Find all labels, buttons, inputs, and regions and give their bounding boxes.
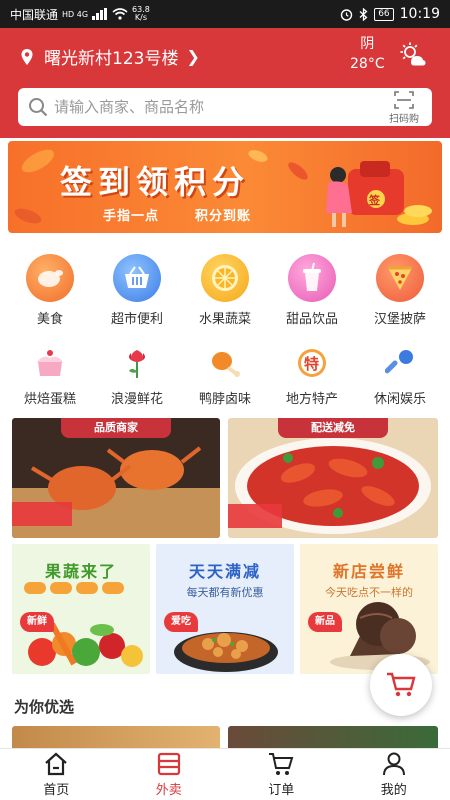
svg-text:特: 特 — [304, 355, 319, 373]
category-label: 浪漫鲜花 — [110, 392, 163, 407]
category-duck-neck[interactable]: 鸭脖卤味 — [185, 346, 265, 407]
svg-text:签: 签 — [368, 193, 381, 207]
roast-chicken-icon — [26, 254, 74, 302]
tile-new-store[interactable]: 新店尝鲜 今天吃点不一样的 新品 — [300, 544, 438, 674]
microphone-icon — [383, 346, 417, 380]
category-flowers[interactable]: 浪漫鲜花 — [97, 346, 177, 407]
network-type: HD 4G — [62, 9, 89, 19]
floating-cart-button[interactable] — [370, 654, 432, 716]
tile-title: 天天满减 — [188, 562, 261, 581]
category-label: 汉堡披萨 — [373, 312, 426, 327]
tile-fresh-produce[interactable]: 果蔬来了 新鲜 — [12, 544, 150, 674]
drumstick-icon — [208, 346, 242, 380]
promo-tag: 品质商家 — [61, 418, 171, 438]
tab-home[interactable]: 首页 — [0, 749, 113, 800]
wifi-icon — [112, 8, 128, 20]
signal-icon — [92, 8, 108, 20]
category-food[interactable]: 美食 — [10, 254, 90, 327]
category-dessert-drinks[interactable]: 甜品饮品 — [272, 254, 352, 327]
banner-title: 签到领积分 — [60, 163, 251, 201]
tile-daily-discount[interactable]: 天天满减 每天都有新优惠 爱吃 — [156, 544, 294, 674]
drink-cup-icon — [288, 254, 336, 302]
tab-profile[interactable]: 我的 — [338, 749, 450, 800]
category-label: 烘焙蛋糕 — [23, 392, 76, 407]
category-label: 休闲娱乐 — [373, 392, 426, 407]
carrier-name: 中国联通 — [10, 7, 59, 22]
user-icon — [382, 752, 405, 776]
category-label: 超市便利 — [110, 312, 163, 327]
tile-badge: 新鲜 — [20, 612, 54, 632]
category-label: 水果蔬菜 — [198, 312, 251, 327]
checkin-banner[interactable]: 签 签到领积分 手指一点 积分到账 — [8, 141, 442, 233]
banner-subtitle-left: 手指一点 — [103, 209, 160, 224]
category-fruit-veg[interactable]: 水果蔬菜 — [185, 254, 265, 327]
category-bakery[interactable]: 烘焙蛋糕 — [10, 346, 90, 407]
shopping-cart-icon — [387, 672, 416, 697]
bottom-tab-bar: 首页 外卖 订单 我的 — [0, 748, 450, 800]
scan-icon — [394, 91, 414, 109]
tab-label: 外卖 — [155, 783, 182, 798]
specialty-badge-icon: 特 — [295, 346, 329, 380]
promo-delivery-discount[interactable]: 配送减免 — [228, 418, 438, 538]
promo-tag: 配送减免 — [278, 418, 388, 438]
weather-condition: 阴 — [360, 36, 375, 52]
location-text: 曙光新村123号楼 — [44, 49, 179, 69]
location-selector[interactable]: 曙光新村123号楼 ❯ — [20, 44, 200, 69]
orange-slice-icon — [201, 254, 249, 302]
category-label: 鸭脖卤味 — [198, 392, 251, 407]
search-bar[interactable]: 扫码购 — [18, 88, 432, 126]
header: 曙光新村123号楼 ❯ 阴 28°C 扫码购 — [0, 28, 450, 138]
tab-label: 首页 — [43, 783, 70, 798]
app-screen: 中国联通 HD 4G 63.8 K/s 66 10:19 曙光新村123号楼 ❯… — [0, 0, 450, 800]
category-label: 地方特产 — [285, 392, 338, 407]
location-pin-icon — [21, 48, 33, 65]
category-label: 美食 — [36, 312, 63, 327]
scan-label: 扫码购 — [389, 114, 419, 125]
tab-takeout[interactable]: 外卖 — [113, 749, 226, 800]
pizza-icon — [376, 254, 424, 302]
bluetooth-icon — [359, 7, 368, 21]
battery-level: 66 — [374, 7, 394, 21]
tile-subtitle: 今天吃点不一样的 — [325, 586, 413, 599]
tab-label: 订单 — [268, 783, 295, 798]
cart-icon — [269, 753, 294, 775]
tab-orders[interactable]: 订单 — [225, 749, 338, 800]
category-label: 甜品饮品 — [285, 312, 338, 327]
tile-badge: 新品 — [308, 612, 342, 632]
recommended-preview-right[interactable] — [228, 726, 438, 748]
category-local-specialty[interactable]: 特 地方特产 — [272, 346, 352, 407]
tile-subtitle: 每天都有新优惠 — [186, 586, 264, 599]
clock: 10:19 — [399, 6, 440, 22]
home-icon — [45, 752, 67, 776]
cloudy-sun-icon — [400, 42, 426, 66]
banner-subtitle-right: 积分到账 — [195, 209, 252, 224]
tile-title: 果蔬来了 — [44, 562, 117, 581]
search-input[interactable] — [54, 98, 354, 116]
status-bar: 中国联通 HD 4G 63.8 K/s 66 10:19 — [0, 0, 450, 28]
chevron-right-icon: ❯ — [186, 47, 200, 66]
section-title-recommended: 为你优选 — [14, 698, 75, 716]
tab-label: 我的 — [380, 783, 407, 798]
weather-temperature: 28°C — [350, 56, 385, 72]
tile-badge: 爱吃 — [164, 612, 198, 632]
search-icon — [29, 98, 48, 117]
network-speed: 63.8 K/s — [132, 5, 150, 22]
weather-widget: 阴 28°C — [350, 34, 385, 74]
shopping-basket-icon — [113, 254, 161, 302]
promo-quality-merchants[interactable]: 品质商家 — [12, 418, 220, 538]
tile-title: 新店尝鲜 — [332, 562, 405, 581]
category-entertainment[interactable]: 休闲娱乐 — [360, 346, 440, 407]
scan-button[interactable]: 扫码购 — [382, 91, 426, 125]
takeout-icon — [157, 752, 180, 776]
category-burger-pizza[interactable]: 汉堡披萨 — [360, 254, 440, 327]
flower-icon — [120, 346, 154, 380]
alarm-icon — [340, 8, 353, 21]
recommended-preview-left[interactable] — [12, 726, 220, 748]
category-supermarket[interactable]: 超市便利 — [97, 254, 177, 327]
cake-icon — [33, 346, 67, 380]
